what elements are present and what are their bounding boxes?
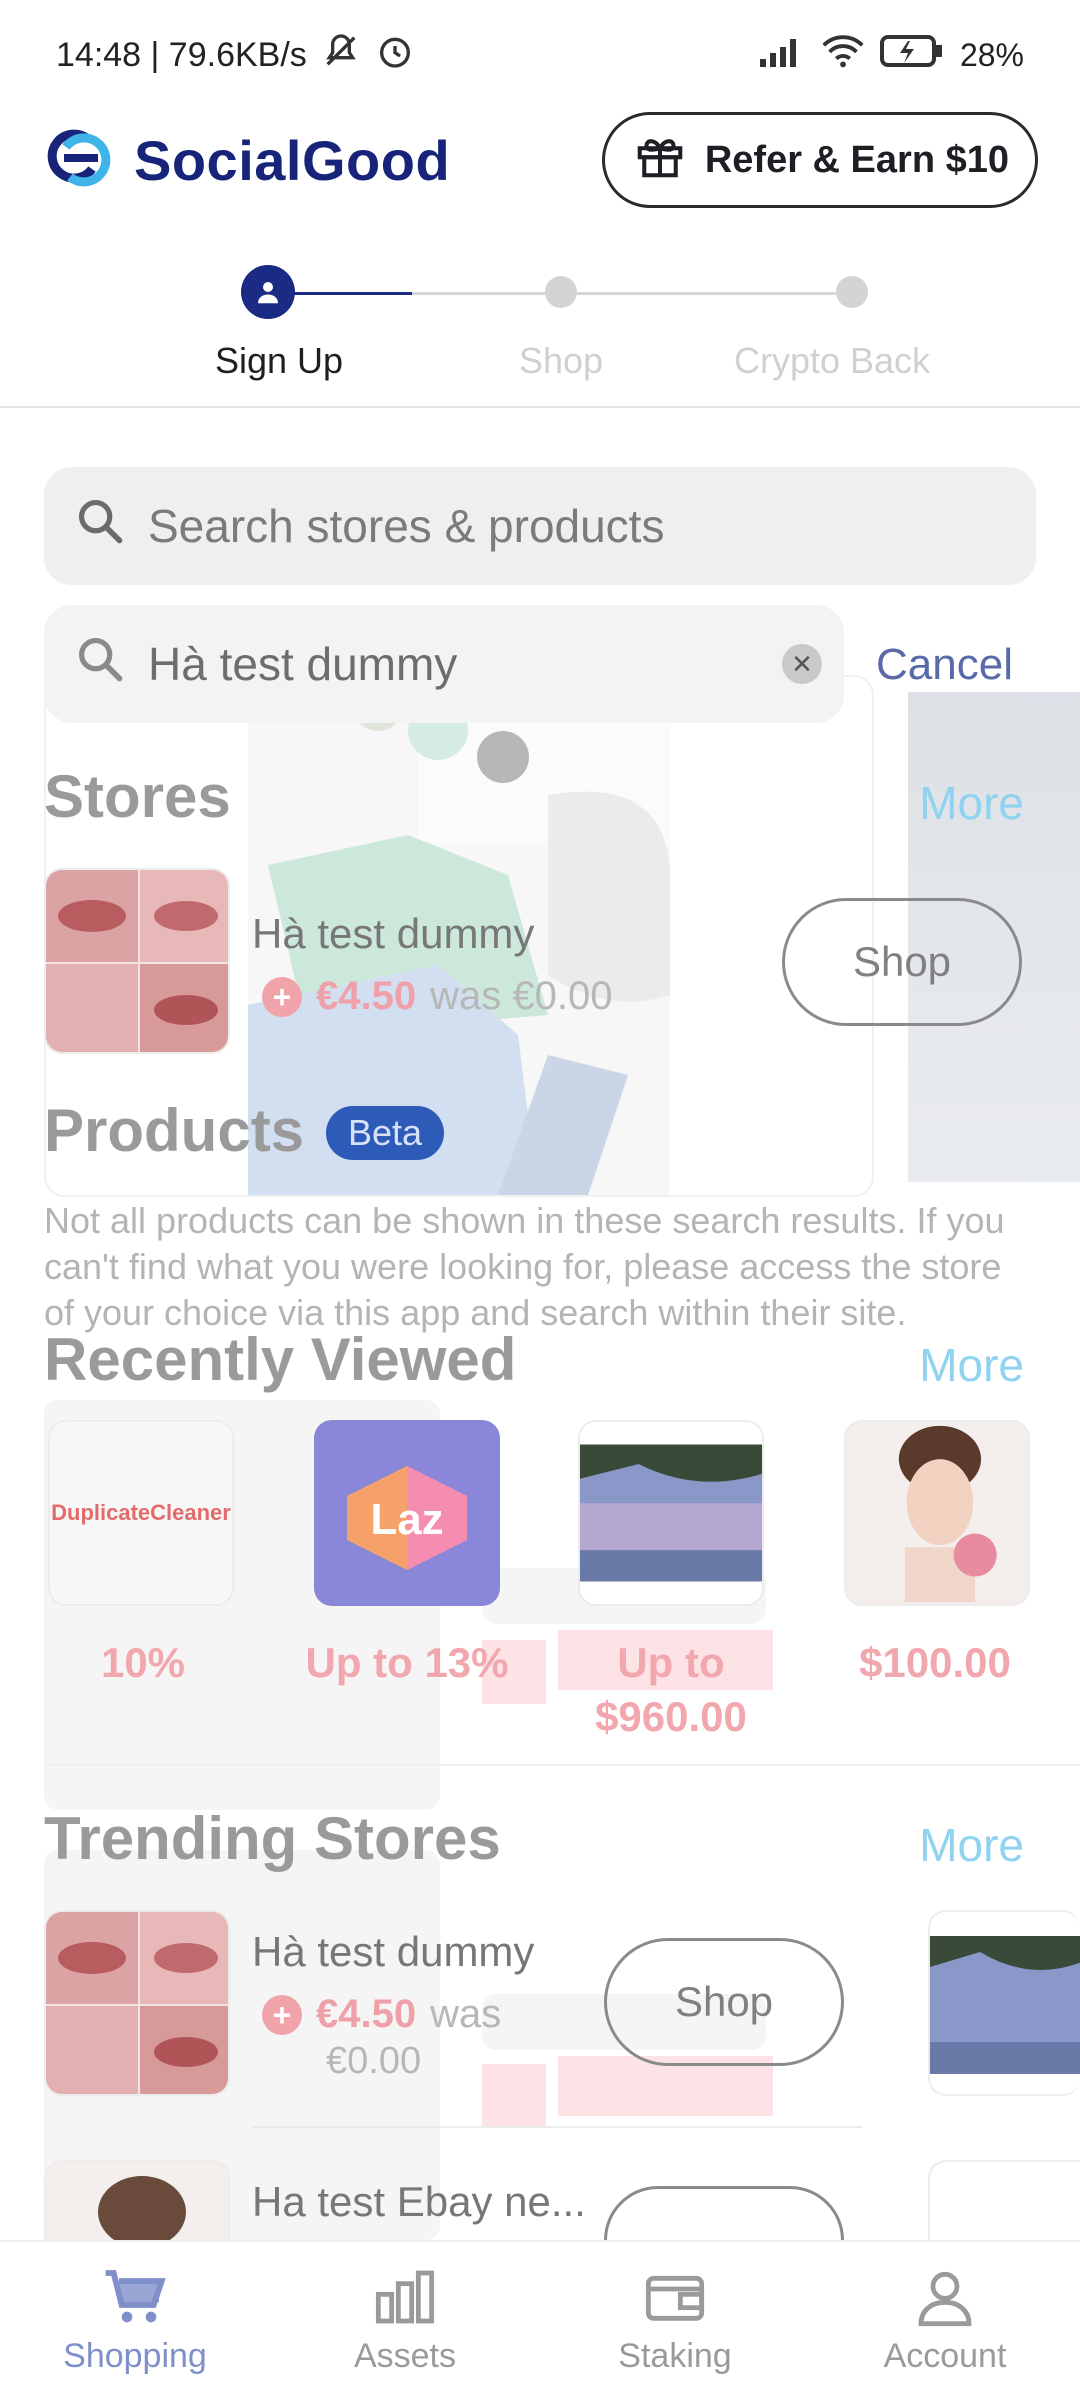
trending-side-thumbnail[interactable] bbox=[928, 1910, 1080, 2096]
battery-level: 28% bbox=[959, 36, 1024, 73]
trending-store-name: Hà test dummy bbox=[252, 1928, 535, 1975]
trending-side-thumbnail-2[interactable] bbox=[928, 2160, 1080, 2240]
step-dot-shop bbox=[545, 276, 577, 308]
mute-icon bbox=[321, 31, 361, 80]
stores-section-title: Stores bbox=[44, 763, 231, 830]
portrait-photo-icon bbox=[46, 2162, 228, 2240]
section-divider bbox=[44, 1764, 1080, 1766]
store-was-price: was €0.00 bbox=[430, 974, 613, 1018]
brand: SocialGood bbox=[42, 128, 450, 193]
products-section-title: Products bbox=[44, 1097, 305, 1164]
step-dot-sign-up bbox=[241, 265, 295, 319]
status-time: 14:48 | 79.6KB/s bbox=[56, 35, 307, 74]
app-header: SocialGood Refer & Earn $10 bbox=[0, 110, 1080, 210]
wallet-icon bbox=[643, 2267, 707, 2327]
recent-label-4: $100.00 bbox=[859, 1639, 1011, 1686]
recent-label-2: Up to 13% bbox=[305, 1639, 509, 1686]
nav-account[interactable]: Account bbox=[810, 2242, 1080, 2400]
onboarding-stepper: Sign Up Shop Crypto Back bbox=[0, 262, 1080, 412]
ghost-plus-2 bbox=[482, 2064, 546, 2128]
nav-shopping[interactable]: Shopping bbox=[0, 2242, 270, 2400]
store-name: Hà test dummy bbox=[252, 910, 535, 957]
search-bar[interactable]: Search stores & products bbox=[44, 467, 1036, 585]
user-icon bbox=[258, 282, 278, 304]
trending-shop-button[interactable]: Shop bbox=[604, 1938, 844, 2066]
socialgood-logo-icon bbox=[42, 129, 116, 192]
store-thumbnail[interactable] bbox=[44, 868, 230, 1054]
trending-was-value: €0.00 bbox=[326, 2040, 422, 2082]
nav-staking-label: Staking bbox=[618, 2336, 732, 2375]
recent-item-portrait[interactable] bbox=[844, 1420, 1030, 1606]
brand-name: SocialGood bbox=[134, 128, 451, 192]
search-placeholder: Search stores & products bbox=[148, 500, 665, 552]
user-icon bbox=[913, 2267, 977, 2327]
search-icon bbox=[74, 495, 126, 558]
step-label-crypto-back: Crypto Back bbox=[733, 340, 931, 381]
bar-chart-icon bbox=[373, 2267, 437, 2327]
lazada-logo-icon: Laz bbox=[347, 1466, 467, 1570]
recent-item-duplicatecleaner[interactable]: DuplicateCleaner bbox=[48, 1420, 234, 1606]
nav-shopping-label: Shopping bbox=[63, 2336, 207, 2375]
clear-search-icon[interactable]: ✕ bbox=[782, 644, 822, 684]
status-left: 14:48 | 79.6KB/s bbox=[56, 31, 415, 80]
refer-earn-label: Refer & Earn $10 bbox=[704, 138, 1009, 181]
gift-icon bbox=[633, 128, 687, 192]
battery-icon bbox=[879, 33, 946, 78]
status-bar: 14:48 | 79.6KB/s 28% bbox=[0, 0, 1080, 110]
trending-store-thumbnail[interactable] bbox=[44, 1910, 230, 2096]
plus-icon: + bbox=[262, 1994, 302, 2035]
lake-photo-icon bbox=[580, 1444, 762, 1582]
trending-store-thumbnail-2[interactable] bbox=[44, 2160, 230, 2240]
recently-viewed-more-link[interactable]: More bbox=[919, 1338, 1024, 1392]
trending-was-label: was bbox=[430, 1992, 502, 2036]
cart-icon bbox=[103, 2267, 167, 2327]
refer-earn-button[interactable]: Refer & Earn $10 bbox=[601, 112, 1038, 208]
header-divider bbox=[0, 406, 1080, 408]
store-price-row: + €4.50 was €0.00 bbox=[262, 974, 612, 1019]
status-right: 28% bbox=[758, 33, 1024, 78]
alarm-icon bbox=[375, 31, 415, 80]
lipstick-image-icon bbox=[46, 870, 228, 1052]
step-dot-crypto-back bbox=[836, 276, 868, 308]
lipstick-image-icon bbox=[46, 1912, 228, 2094]
trending-more-link[interactable]: More bbox=[919, 1818, 1024, 1872]
beta-badge: Beta bbox=[326, 1106, 445, 1160]
trending-shop-button-2[interactable] bbox=[604, 2186, 844, 2240]
search-input[interactable]: Hà test dummy ✕ bbox=[44, 605, 844, 723]
store-price: €4.50 bbox=[316, 974, 417, 1018]
step-line bbox=[412, 292, 852, 295]
trending-stores-title: Trending Stores bbox=[44, 1805, 501, 1872]
recent-item-lazada[interactable]: Laz bbox=[314, 1420, 500, 1606]
cancel-search-button[interactable]: Cancel bbox=[876, 640, 1013, 690]
search-query: Hà test dummy bbox=[148, 638, 458, 690]
recently-viewed-title: Recently Viewed bbox=[44, 1326, 517, 1393]
bottom-navigation: Shopping Assets Staking Account bbox=[0, 2240, 1080, 2400]
store-shop-button[interactable]: Shop bbox=[782, 898, 1022, 1026]
list-divider bbox=[252, 2126, 862, 2128]
nav-assets[interactable]: Assets bbox=[270, 2242, 540, 2400]
nav-account-label: Account bbox=[883, 2336, 1007, 2375]
signal-icon bbox=[758, 33, 806, 78]
portrait-photo-icon bbox=[846, 1422, 1028, 1602]
products-disclaimer: Not all products can be shown in these s… bbox=[44, 1200, 1005, 1333]
lazada-logo-text: Laz bbox=[370, 1495, 443, 1544]
trending-store-name-2: Ha test Ebay ne... bbox=[252, 2178, 586, 2225]
recent-item-landscape[interactable] bbox=[578, 1420, 764, 1606]
step-label-shop: Shop bbox=[518, 340, 604, 381]
recent-label-3: Up to $960.00 bbox=[595, 1639, 747, 1740]
wifi-icon bbox=[820, 33, 866, 78]
recent-label-1: 10% bbox=[100, 1639, 186, 1686]
stores-more-link[interactable]: More bbox=[919, 776, 1024, 830]
search-icon bbox=[74, 633, 126, 696]
step-label-sign-up: Sign Up bbox=[214, 340, 344, 381]
nav-assets-label: Assets bbox=[353, 2336, 457, 2375]
lake-photo-icon bbox=[930, 1912, 1080, 2094]
recent-thumb-text: DuplicateCleaner bbox=[51, 1500, 231, 1525]
nav-staking[interactable]: Staking bbox=[540, 2242, 810, 2400]
trending-price-row: + €4.50 was bbox=[262, 1992, 501, 2037]
plus-icon: + bbox=[262, 976, 302, 1017]
trending-price: €4.50 bbox=[316, 1992, 417, 2036]
